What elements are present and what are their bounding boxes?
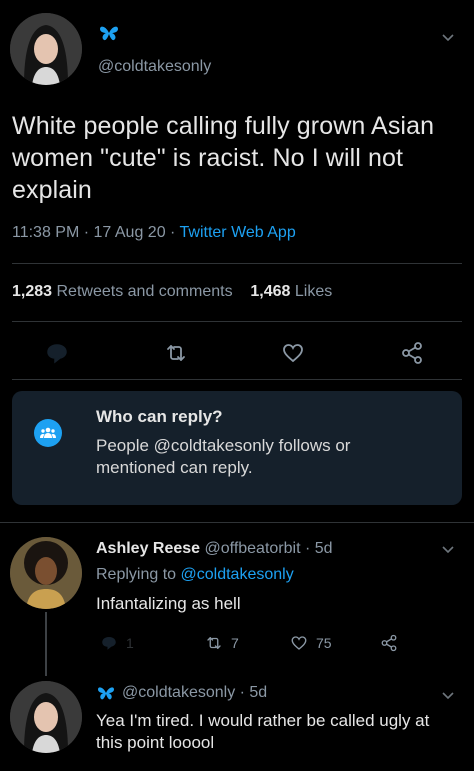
retweet-icon bbox=[207, 637, 221, 649]
thread-line bbox=[45, 612, 47, 676]
replying-to: Replying to @coldtakesonly bbox=[96, 566, 294, 584]
retweets-label[interactable]: Retweets and comments bbox=[57, 283, 233, 300]
like-count: 75 bbox=[316, 635, 332, 651]
chevron-down-icon[interactable] bbox=[441, 30, 455, 44]
tweet-stats: 1,283 Retweets and comments 1,468 Likes bbox=[12, 283, 332, 301]
share-action[interactable] bbox=[380, 634, 398, 652]
divider bbox=[12, 263, 462, 264]
butterfly-icon bbox=[98, 24, 120, 45]
retweet-icon[interactable] bbox=[164, 341, 188, 365]
replying-to-handle[interactable]: @coldtakesonly bbox=[181, 566, 294, 583]
retweets-count[interactable]: 1,283 bbox=[12, 283, 52, 300]
people-icon bbox=[34, 419, 62, 447]
avatar[interactable] bbox=[10, 681, 82, 753]
who-can-reply-body: People @coldtakesonly follows or mention… bbox=[96, 436, 351, 477]
divider bbox=[0, 522, 474, 523]
retweet-action[interactable]: 7 bbox=[205, 634, 239, 652]
tweet-author-handle[interactable]: @coldtakesonly bbox=[98, 58, 211, 76]
chevron-down-icon[interactable] bbox=[441, 542, 455, 556]
reply-header: @coldtakesonly · 5d bbox=[96, 684, 267, 702]
likes-label[interactable]: Likes bbox=[295, 283, 332, 300]
reply-author-handle[interactable]: @offbeatorbit · 5d bbox=[205, 540, 333, 557]
reply-action[interactable]: 1 bbox=[100, 634, 134, 652]
reply-icon bbox=[102, 637, 116, 650]
reply-icon[interactable] bbox=[45, 341, 69, 365]
likes-count[interactable]: 1,468 bbox=[250, 283, 290, 300]
reply-author-name[interactable]: Ashley Reese bbox=[96, 540, 200, 557]
tweet-time: 11:38 PM · 17 Aug 20 · bbox=[12, 224, 180, 241]
butterfly-icon bbox=[98, 687, 114, 700]
chevron-down-icon[interactable] bbox=[441, 688, 455, 702]
like-icon bbox=[291, 636, 307, 650]
like-action[interactable]: 75 bbox=[290, 634, 332, 652]
share-icon bbox=[381, 634, 397, 652]
reply-text: Infantalizing as hell bbox=[96, 594, 241, 613]
tweet-timestamp: 11:38 PM · 17 Aug 20 · Twitter Web App bbox=[12, 224, 296, 242]
divider bbox=[12, 379, 462, 380]
share-icon[interactable] bbox=[400, 341, 424, 365]
avatar[interactable] bbox=[10, 537, 82, 609]
reply-author-handle[interactable]: @coldtakesonly · 5d bbox=[122, 684, 267, 702]
avatar[interactable] bbox=[10, 13, 82, 85]
tweet-text: White people calling fully grown Asian w… bbox=[12, 112, 435, 204]
retweet-count: 7 bbox=[231, 635, 239, 651]
reply-count: 1 bbox=[126, 635, 134, 651]
reply-header: Ashley Reese @offbeatorbit · 5d bbox=[96, 540, 333, 558]
who-can-reply-title: Who can reply? bbox=[96, 407, 223, 426]
reply-text: Yea I'm tired. I would rather be called … bbox=[96, 711, 430, 752]
tweet-source-app[interactable]: Twitter Web App bbox=[180, 224, 296, 241]
divider bbox=[12, 321, 462, 322]
like-icon[interactable] bbox=[281, 341, 305, 365]
who-can-reply-box: Who can reply? People @coldtakesonly fol… bbox=[12, 391, 462, 505]
replying-to-prefix: Replying to bbox=[96, 566, 181, 583]
